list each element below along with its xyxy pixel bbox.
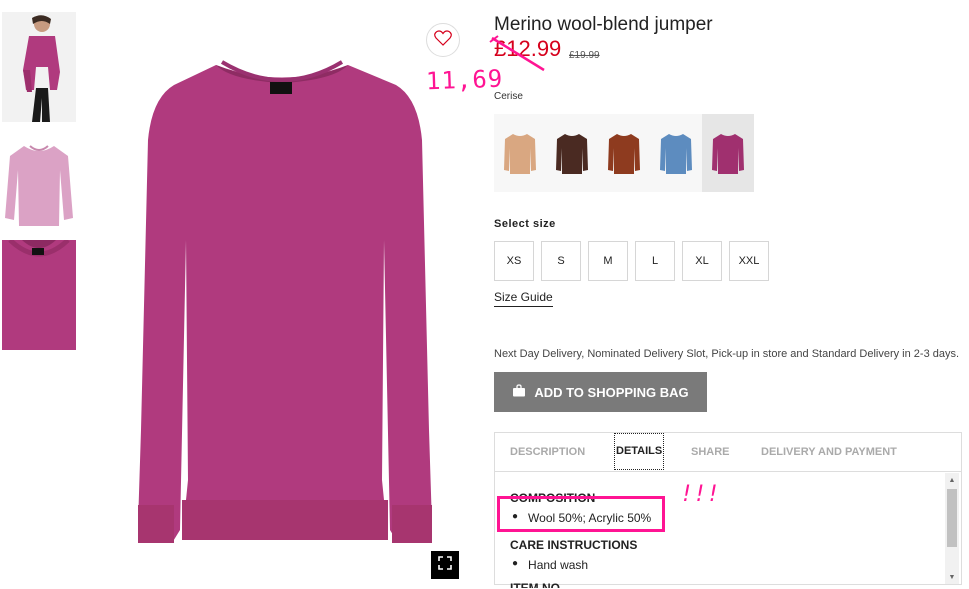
size-guide-link[interactable]: Size Guide [494,290,553,307]
swatch-rust[interactable] [598,114,650,192]
panel-scrollbar[interactable]: ▲ ▼ [945,473,959,584]
size-m-button[interactable]: M [588,241,628,281]
tab-share[interactable]: SHARE [691,446,730,458]
bullet-icon: ● [512,558,519,569]
scroll-up-arrow-icon[interactable]: ▲ [945,473,959,487]
thumbnail-list [2,12,76,354]
fullscreen-button[interactable] [431,551,459,579]
color-name: Cerise [494,91,523,102]
model-image [2,12,76,122]
color-swatches [494,114,754,192]
size-xl-button[interactable]: XL [682,241,722,281]
thumbnail-flat-light[interactable] [2,126,76,236]
old-price: £19.99 [569,50,600,61]
select-size-label: Select size [494,218,556,230]
care-item: ● Hand wash [512,558,935,572]
swatch-jumper [556,134,588,174]
handwritten-price-annotation: 11,69 [425,64,504,96]
scroll-thumb[interactable] [947,489,957,547]
detail-image [2,240,76,350]
exclamation-annotation: !!! [680,482,720,507]
info-tabs: DESCRIPTION DETAILS SHARE DELIVERY AND P… [495,433,961,472]
size-options: XS S M L XL XXL [494,241,769,281]
thumbnail-detail[interactable] [2,240,76,350]
care-value: Hand wash [528,558,589,572]
swatch-jumper [660,134,692,174]
favourite-button[interactable] [426,23,460,57]
add-to-bag-button[interactable]: ADD TO SHOPPING BAG [494,372,707,412]
care-heading: CARE INSTRUCTIONS [510,538,638,552]
add-to-bag-label: ADD TO SHOPPING BAG [534,384,689,400]
swatch-dark-brown[interactable] [546,114,598,192]
shopping-bag-icon [512,384,526,400]
swatch-jumper [608,134,640,174]
main-product-image [96,10,468,585]
size-xxl-button[interactable]: XXL [729,241,769,281]
composition-highlight-annotation [497,496,665,532]
scroll-down-arrow-icon[interactable]: ▼ [945,570,959,584]
swatch-beige[interactable] [494,114,546,192]
flat-jumper-image [2,126,76,236]
size-xs-button[interactable]: XS [494,241,534,281]
swatch-blue[interactable] [650,114,702,192]
tab-description[interactable]: DESCRIPTION [510,446,585,458]
tab-details[interactable]: DETAILS [614,433,665,470]
swatch-cerise[interactable] [702,114,754,192]
heart-icon [434,29,452,51]
swatch-jumper [712,134,744,174]
size-l-button[interactable]: L [635,241,675,281]
tab-delivery-and-payment[interactable]: DELIVERY AND PAYMENT [761,446,897,458]
fullscreen-icon [438,555,452,575]
thumbnail-model[interactable] [2,12,76,122]
next-section-heading: ITEM NO [510,581,560,588]
swatch-jumper [504,134,536,174]
jumper-image [138,60,432,543]
size-s-button[interactable]: S [541,241,581,281]
delivery-note: Next Day Delivery, Nominated Delivery Sl… [494,348,960,360]
